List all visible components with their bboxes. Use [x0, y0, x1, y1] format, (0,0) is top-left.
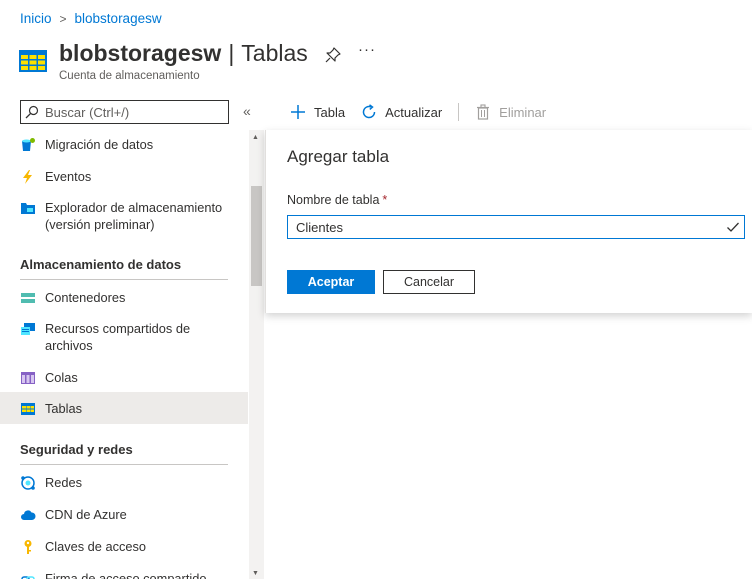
add-table-label: Tabla [314, 104, 346, 120]
sidebar-item-label: Contenedores [45, 290, 126, 305]
tables-icon [21, 403, 35, 415]
queues-icon [21, 372, 35, 384]
sidebar-item-networking[interactable]: Redes [0, 474, 248, 491]
breadcrumb-home-link[interactable]: Inicio [20, 11, 52, 26]
breadcrumb-separator: > [59, 11, 67, 26]
scrollbar-thumb[interactable] [251, 186, 262, 286]
sidebar-item-storage-explorer[interactable]: Explorador de almacenamiento (versión pr… [0, 199, 248, 233]
collapse-sidebar-icon[interactable]: « [243, 103, 251, 119]
sidebar-item-label: Recursos compartidos de archivos [45, 321, 191, 353]
search-input[interactable] [45, 104, 215, 120]
group-header-security-networking: Seguridad y redes [20, 442, 133, 457]
sidebar-item-file-shares[interactable]: Recursos compartidos de archivos [0, 320, 248, 354]
section-name: Tablas [241, 40, 308, 66]
storage-explorer-icon [21, 203, 35, 214]
sidebar-item-queues[interactable]: Colas [0, 369, 248, 386]
sidebar-item-label: Tablas [45, 401, 82, 416]
sidebar-search[interactable] [20, 100, 229, 124]
refresh-button[interactable]: Actualizar [361, 104, 442, 120]
more-options-icon[interactable]: ··· [358, 41, 376, 58]
scroll-down-icon[interactable]: ▼ [252, 570, 259, 577]
sidebar-item-data-migration[interactable]: Migración de datos [0, 136, 248, 153]
trash-icon [477, 104, 490, 120]
lightning-icon [23, 170, 32, 184]
table-name-label: Nombre de tabla * [287, 193, 387, 207]
sidebar-item-shared-access-signature[interactable]: Firma de acceso compartido [0, 570, 248, 579]
page-subtitle: Cuenta de almacenamiento [59, 70, 200, 82]
sidebar-item-cdn[interactable]: CDN de Azure [0, 506, 248, 523]
sidebar-item-containers[interactable]: Contenedores [0, 289, 248, 306]
accept-button[interactable]: Aceptar [287, 270, 375, 294]
breadcrumb-current-link[interactable]: blobstoragesw [75, 11, 162, 26]
file-shares-icon [21, 323, 35, 335]
sidebar-item-label: Explorador de almacenamiento (versión pr… [45, 200, 223, 232]
key-icon [24, 540, 32, 554]
toolbar-divider [458, 103, 460, 121]
sidebar-item-label: Eventos [45, 169, 92, 184]
data-migration-icon [22, 138, 35, 151]
sidebar-item-label: CDN de Azure [45, 507, 127, 522]
command-bar: Tabla Actualizar Eliminar [290, 98, 562, 126]
cloud-icon [21, 510, 36, 520]
link-icon [21, 576, 35, 579]
title-divider: | [228, 40, 235, 66]
containers-icon [21, 293, 35, 303]
sidebar-item-label: Firma de acceso compartido [45, 571, 207, 579]
sidebar-item-events[interactable]: Eventos [0, 168, 248, 185]
sidebar-item-access-keys[interactable]: Claves de acceso [0, 538, 248, 555]
add-table-button[interactable]: Tabla [290, 104, 345, 120]
sidebar-scrollbar[interactable]: ▲ ▼ [249, 130, 264, 579]
delete-label: Eliminar [499, 104, 547, 120]
sidebar-item-label: Claves de acceso [45, 539, 147, 554]
plus-icon [291, 105, 305, 119]
add-table-panel: Agregar tabla Nombre de tabla* Aceptar C… [265, 130, 752, 313]
cancel-button[interactable]: Cancelar [383, 270, 475, 294]
search-icon [25, 105, 39, 119]
table-name-field[interactable] [287, 215, 745, 239]
resource-name: blobstoragesw [59, 40, 222, 66]
table-name-input[interactable] [288, 219, 708, 235]
table-name-label-text: Nombre de tabla [287, 193, 380, 207]
required-marker: * [382, 193, 388, 207]
tables-icon [19, 50, 47, 72]
group-divider [20, 279, 228, 280]
sidebar-item-label: Colas [45, 370, 78, 385]
breadcrumb: Inicio > blobstoragesw [20, 11, 162, 26]
delete-button[interactable]: Eliminar [475, 104, 546, 120]
pin-icon[interactable] [325, 47, 341, 63]
panel-title: Agregar tabla [287, 147, 390, 166]
page-title: blobstoragesw | Tablas [59, 40, 308, 67]
scroll-up-icon[interactable]: ▲ [252, 134, 259, 141]
networking-icon [21, 476, 35, 490]
sidebar-item-tables[interactable]: Tablas [0, 392, 248, 424]
sidebar: Migración de datos Eventos Explorador de… [0, 130, 249, 579]
group-header-data-storage: Almacenamiento de datos [20, 257, 182, 272]
refresh-icon [362, 104, 376, 119]
check-icon [727, 222, 739, 232]
refresh-label: Actualizar [385, 104, 443, 120]
sidebar-item-label: Migración de datos [45, 137, 154, 152]
group-divider [20, 464, 228, 465]
sidebar-item-label: Redes [45, 475, 82, 490]
